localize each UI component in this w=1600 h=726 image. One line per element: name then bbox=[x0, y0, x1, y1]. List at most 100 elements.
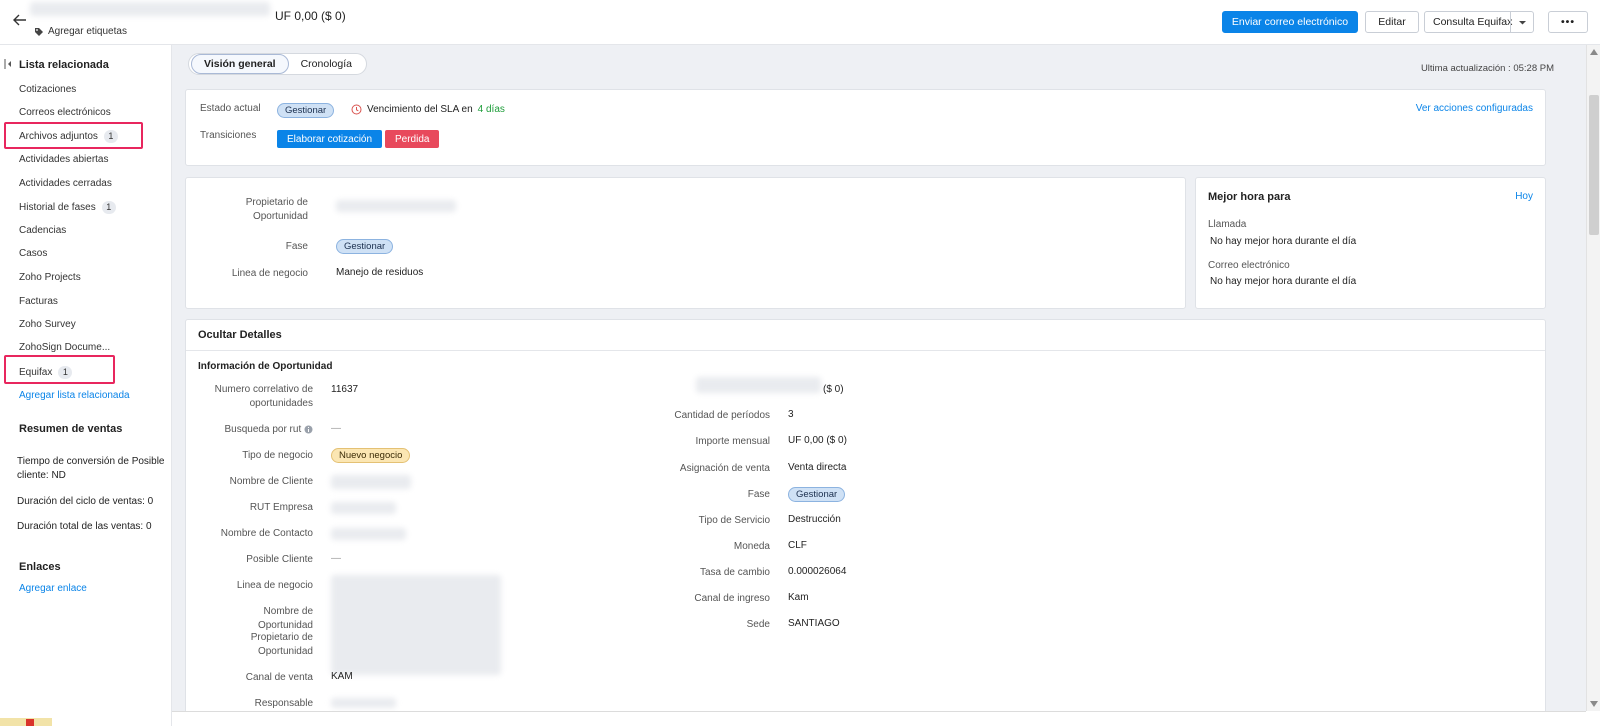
collapse-sidebar-icon[interactable] bbox=[4, 59, 12, 69]
sidebar-item-zoho-survey[interactable]: Zoho Survey bbox=[19, 319, 76, 330]
sidebar-item-label: Facturas bbox=[19, 296, 58, 307]
record-header: UF 0,00 ($ 0) Agregar etiquetas Enviar c… bbox=[0, 0, 1600, 45]
related-list-sidebar: Lista relacionada Cotizaciones Correos e… bbox=[0, 45, 172, 726]
lead-label: Posible Cliente bbox=[246, 554, 313, 565]
sla-indicator: Vencimiento del SLA en 4 días bbox=[351, 104, 505, 115]
hide-details-button[interactable]: Ocultar Detalles bbox=[198, 329, 282, 341]
tab-overview[interactable]: Visión general bbox=[191, 54, 289, 74]
sales-channel-value: KAM bbox=[331, 671, 353, 682]
add-tags-link[interactable]: Agregar etiquetas bbox=[34, 26, 127, 37]
elaborate-quote-button[interactable]: Elaborar cotización bbox=[277, 130, 383, 148]
sidebar-item-label: ZohoSign Docume... bbox=[19, 342, 111, 353]
best-time-card: Mejor hora para Hoy Llamada No hay mejor… bbox=[1195, 177, 1546, 309]
service-type-label: Tipo de Servicio bbox=[698, 515, 770, 526]
related-list-title: Lista relacionada bbox=[19, 59, 109, 71]
sales-summary-title: Resumen de ventas bbox=[19, 423, 123, 435]
sidebar-item-emails[interactable]: Correos electrónicos bbox=[19, 107, 111, 118]
contact-name-redacted bbox=[331, 528, 406, 540]
owner-label: Propietario de Oportunidad bbox=[245, 197, 308, 222]
opp-name-label: Nombre de Oportunidad bbox=[257, 606, 313, 631]
opp-number-value: 11637 bbox=[331, 384, 359, 395]
sidebar-item-label: Correos electrónicos bbox=[19, 107, 111, 118]
phase-label: Fase bbox=[285, 241, 308, 252]
monthly-amount-label: Importe mensual bbox=[695, 436, 770, 447]
equifax-query-label: Consulta Equifax bbox=[1433, 16, 1513, 28]
amount-label-redacted bbox=[696, 377, 821, 393]
section-title: Información de Oportunidad bbox=[198, 361, 333, 372]
sales-channel-label: Canal de venta bbox=[245, 672, 313, 683]
more-actions-button[interactable]: ••• bbox=[1548, 11, 1588, 33]
tab-timeline[interactable]: Cronología bbox=[289, 55, 364, 73]
business-line-detail-label: Linea de negocio bbox=[236, 580, 313, 591]
transitions-label: Transiciones bbox=[200, 130, 257, 141]
sidebar-item-zohosign[interactable]: ZohoSign Docume... bbox=[19, 342, 110, 353]
equifax-query-button[interactable]: Consulta Equifax bbox=[1424, 11, 1534, 33]
email-value: No hay mejor hora durante el día bbox=[1210, 276, 1357, 287]
currency-value: CLF bbox=[788, 540, 807, 551]
sidebar-item-label: Actividades cerradas bbox=[19, 178, 112, 189]
periods-value: 3 bbox=[788, 409, 794, 420]
back-arrow-icon[interactable] bbox=[12, 12, 28, 28]
tag-icon bbox=[35, 27, 43, 36]
sidebar-item-cases[interactable]: Casos bbox=[19, 248, 47, 259]
sidebar-item-invoices[interactable]: Facturas bbox=[19, 296, 58, 307]
service-type-value: Destrucción bbox=[788, 514, 841, 525]
sale-assignment-label: Asignación de venta bbox=[679, 463, 770, 474]
add-link[interactable]: Agregar enlace bbox=[19, 583, 87, 594]
edit-button[interactable]: Editar bbox=[1365, 11, 1419, 33]
sidebar-item-closed-activities[interactable]: Actividades cerradas bbox=[19, 178, 112, 189]
taskbar-fragment-icon bbox=[26, 719, 34, 726]
sidebar-item-label: Cotizaciones bbox=[19, 84, 77, 95]
contact-name-label: Nombre de Contacto bbox=[220, 528, 313, 539]
sidebar-item-label: Historial de fases bbox=[19, 202, 96, 213]
divider bbox=[186, 350, 1545, 351]
rut-search-text: Busqueda por rut bbox=[224, 424, 302, 435]
sla-clock-icon bbox=[351, 104, 362, 115]
record-amount: UF 0,00 ($ 0) bbox=[275, 9, 346, 23]
chevron-down-icon[interactable] bbox=[1518, 18, 1527, 27]
client-name-redacted bbox=[331, 475, 411, 489]
redacted-block bbox=[331, 575, 501, 675]
lost-button[interactable]: Perdida bbox=[385, 130, 440, 148]
total-sales-duration: Duración total de las ventas: 0 bbox=[17, 521, 152, 532]
button-separator bbox=[1510, 12, 1511, 32]
site-value: SANTIAGO bbox=[788, 618, 840, 629]
conversion-time: Tiempo de conversión de Posible cliente:… bbox=[17, 456, 165, 481]
sales-cycle-duration: Duración del ciclo de ventas: 0 bbox=[17, 496, 154, 507]
site-label: Sede bbox=[746, 619, 770, 630]
today-link[interactable]: Hoy bbox=[1515, 191, 1533, 202]
business-line-label: Linea de negocio bbox=[231, 268, 308, 279]
sidebar-item-open-activities[interactable]: Actividades abiertas bbox=[19, 154, 109, 165]
income-channel-value: Kam bbox=[788, 592, 809, 603]
scroll-thumb[interactable] bbox=[1589, 95, 1599, 235]
status-card: Estado actual Gestionar Vencimiento del … bbox=[185, 89, 1546, 166]
bottom-bar bbox=[172, 711, 1586, 726]
exchange-rate-label: Tasa de cambio bbox=[699, 567, 770, 578]
income-channel-label: Canal de ingreso bbox=[694, 593, 770, 604]
sidebar-item-zoho-projects[interactable]: Zoho Projects bbox=[19, 272, 81, 283]
last-update: Ultima actualización : 05:28 PM bbox=[1420, 63, 1554, 74]
summary-card: Propietario de Oportunidad Fase Gestiona… bbox=[185, 177, 1186, 309]
scroll-up-icon[interactable] bbox=[1590, 49, 1598, 55]
sale-assignment-value: Venta directa bbox=[788, 462, 847, 473]
vertical-scrollbar[interactable] bbox=[1586, 45, 1600, 711]
phase-detail-badge: Gestionar bbox=[788, 487, 846, 502]
count-badge: 1 bbox=[101, 201, 116, 214]
send-email-button[interactable]: Enviar correo electrónico bbox=[1222, 11, 1358, 33]
currency-label: Moneda bbox=[733, 541, 770, 552]
business-line-value: Manejo de residuos bbox=[336, 267, 424, 278]
business-type-label: Tipo de negocio bbox=[242, 450, 313, 461]
sidebar-item-label: Cadencias bbox=[19, 225, 67, 236]
sidebar-item-quotes[interactable]: Cotizaciones bbox=[19, 84, 76, 95]
rut-search-value: — bbox=[331, 423, 341, 434]
sidebar-item-cadences[interactable]: Cadencias bbox=[19, 225, 66, 236]
view-configured-actions-link[interactable]: Ver acciones configuradas bbox=[1416, 103, 1533, 114]
email-label: Correo electrónico bbox=[1208, 260, 1290, 271]
add-related-list-link[interactable]: Agregar lista relacionada bbox=[19, 390, 130, 401]
monthly-amount-value: UF 0,00 ($ 0) bbox=[788, 435, 847, 446]
sidebar-item-stage-history[interactable]: Historial de fases 1 bbox=[19, 201, 116, 214]
sla-prefix: Vencimiento del SLA en bbox=[367, 104, 473, 115]
rut-company-redacted bbox=[331, 502, 396, 514]
sidebar-item-label: Zoho Projects bbox=[19, 272, 81, 283]
scroll-down-icon[interactable] bbox=[1590, 701, 1598, 707]
